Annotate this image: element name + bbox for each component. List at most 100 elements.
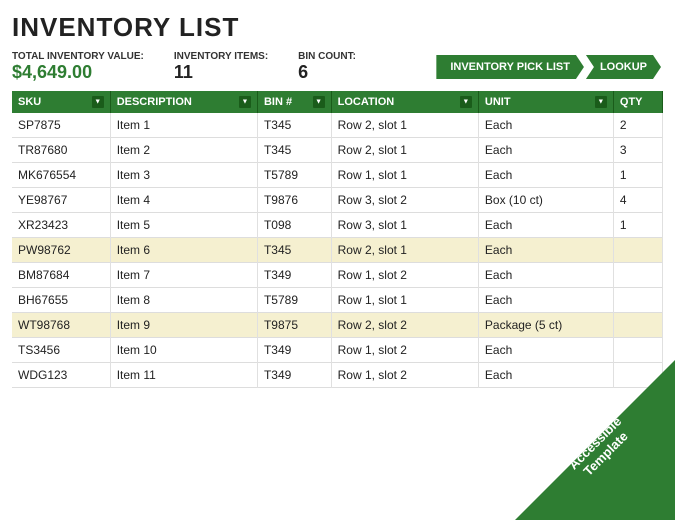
cell-bin: T345: [257, 113, 331, 138]
cell-qty: 1: [613, 213, 662, 238]
cell-qty: [613, 288, 662, 313]
cell-bin: T9875: [257, 313, 331, 338]
bin-count: 6: [298, 62, 308, 82]
table-row: BH67655Item 8T5789Row 1, slot 1Each: [12, 288, 663, 313]
cell-bin: T9876: [257, 188, 331, 213]
bin-count-item: BIN COUNT: 6: [298, 51, 356, 83]
cell-desc: Item 8: [110, 288, 257, 313]
cell-desc: Item 3: [110, 163, 257, 188]
cell-desc: Item 10: [110, 338, 257, 363]
cell-desc: Item 4: [110, 188, 257, 213]
cell-location: Row 1, slot 1: [331, 288, 478, 313]
cell-location: Row 1, slot 2: [331, 263, 478, 288]
cell-sku: TR87680: [12, 138, 110, 163]
cell-bin: T098: [257, 213, 331, 238]
header-description[interactable]: DESCRIPTION: [110, 91, 257, 113]
unit-filter-icon[interactable]: [595, 96, 607, 108]
cell-bin: T345: [257, 138, 331, 163]
cell-qty: [613, 263, 662, 288]
table-row: SP7875Item 1T345Row 2, slot 1Each2: [12, 113, 663, 138]
header-unit[interactable]: UNIT: [478, 91, 613, 113]
table-row: BM87684Item 7T349Row 1, slot 2Each: [12, 263, 663, 288]
items-count-item: INVENTORY ITEMS: 11: [174, 51, 268, 83]
cell-unit: Each: [478, 138, 613, 163]
cell-sku: XR23423: [12, 213, 110, 238]
cell-sku: PW98762: [12, 238, 110, 263]
watermark-line2: Template: [576, 424, 635, 483]
cell-sku: SP7875: [12, 113, 110, 138]
cell-sku: WT98768: [12, 313, 110, 338]
bin-filter-icon[interactable]: [313, 96, 325, 108]
cell-desc: Item 6: [110, 238, 257, 263]
cell-sku: BH67655: [12, 288, 110, 313]
table-row: XR23423Item 5T098Row 3, slot 1Each1: [12, 213, 663, 238]
header-location[interactable]: LOCATION: [331, 91, 478, 113]
cell-qty: [613, 363, 662, 388]
cell-unit: Box (10 ct): [478, 188, 613, 213]
cell-bin: T5789: [257, 163, 331, 188]
cell-desc: Item 7: [110, 263, 257, 288]
items-count: 11: [174, 62, 193, 82]
cell-unit: Each: [478, 238, 613, 263]
header-sku[interactable]: SKU: [12, 91, 110, 113]
inventory-table: SKU DESCRIPTION BIN # LOCATION UNIT: [12, 91, 663, 388]
table-row: WDG123Item 11T349Row 1, slot 2Each: [12, 363, 663, 388]
pick-list-button[interactable]: INVENTORY PICK LIST: [436, 55, 584, 79]
cell-location: Row 2, slot 1: [331, 113, 478, 138]
cell-qty: 4: [613, 188, 662, 213]
cell-bin: T5789: [257, 288, 331, 313]
table-row: PW98762Item 6T345Row 2, slot 1Each: [12, 238, 663, 263]
cell-qty: 2: [613, 113, 662, 138]
cell-desc: Item 9: [110, 313, 257, 338]
cell-unit: Each: [478, 163, 613, 188]
cell-location: Row 1, slot 2: [331, 363, 478, 388]
page-title: INVENTORY LIST: [12, 12, 663, 43]
cell-desc: Item 1: [110, 113, 257, 138]
cell-bin: T349: [257, 338, 331, 363]
table-row: WT98768Item 9T9875Row 2, slot 2Package (…: [12, 313, 663, 338]
total-value-item: TOTAL INVENTORY VALUE: $4,649.00: [12, 51, 144, 83]
items-label: INVENTORY ITEMS:: [174, 51, 268, 62]
cell-location: Row 1, slot 1: [331, 163, 478, 188]
cell-sku: WDG123: [12, 363, 110, 388]
total-value: $4,649.00: [12, 62, 92, 82]
cell-desc: Item 5: [110, 213, 257, 238]
cell-qty: [613, 238, 662, 263]
lookup-button[interactable]: LOOKUP: [586, 55, 661, 79]
cell-bin: T349: [257, 363, 331, 388]
loc-filter-icon[interactable]: [460, 96, 472, 108]
cell-desc: Item 11: [110, 363, 257, 388]
table-header-row: SKU DESCRIPTION BIN # LOCATION UNIT: [12, 91, 663, 113]
cell-sku: BM87684: [12, 263, 110, 288]
cell-unit: Each: [478, 213, 613, 238]
watermark-line1: Accessible: [566, 414, 625, 473]
cell-sku: TS3456: [12, 338, 110, 363]
cell-unit: Package (5 ct): [478, 313, 613, 338]
cell-desc: Item 2: [110, 138, 257, 163]
cell-sku: MK676554: [12, 163, 110, 188]
cell-unit: Each: [478, 288, 613, 313]
cell-location: Row 2, slot 2: [331, 313, 478, 338]
cell-location: Row 1, slot 2: [331, 338, 478, 363]
bin-label: BIN COUNT:: [298, 51, 356, 62]
table-row: YE98767Item 4T9876Row 3, slot 2Box (10 c…: [12, 188, 663, 213]
cell-bin: T349: [257, 263, 331, 288]
action-buttons: INVENTORY PICK LIST LOOKUP: [436, 55, 663, 79]
cell-unit: Each: [478, 113, 613, 138]
cell-bin: T345: [257, 238, 331, 263]
desc-filter-icon[interactable]: [239, 96, 251, 108]
cell-qty: [613, 313, 662, 338]
header-bin[interactable]: BIN #: [257, 91, 331, 113]
table-row: TS3456Item 10T349Row 1, slot 2Each: [12, 338, 663, 363]
cell-location: Row 2, slot 1: [331, 138, 478, 163]
cell-unit: Each: [478, 263, 613, 288]
cell-unit: Each: [478, 338, 613, 363]
sku-filter-icon[interactable]: [92, 96, 104, 108]
inventory-table-wrap: SKU DESCRIPTION BIN # LOCATION UNIT: [12, 91, 663, 388]
cell-qty: 3: [613, 138, 662, 163]
table-row: MK676554Item 3T5789Row 1, slot 1Each1: [12, 163, 663, 188]
cell-unit: Each: [478, 363, 613, 388]
cell-location: Row 3, slot 2: [331, 188, 478, 213]
table-row: TR87680Item 2T345Row 2, slot 1Each3: [12, 138, 663, 163]
header-qty[interactable]: QTY: [613, 91, 662, 113]
